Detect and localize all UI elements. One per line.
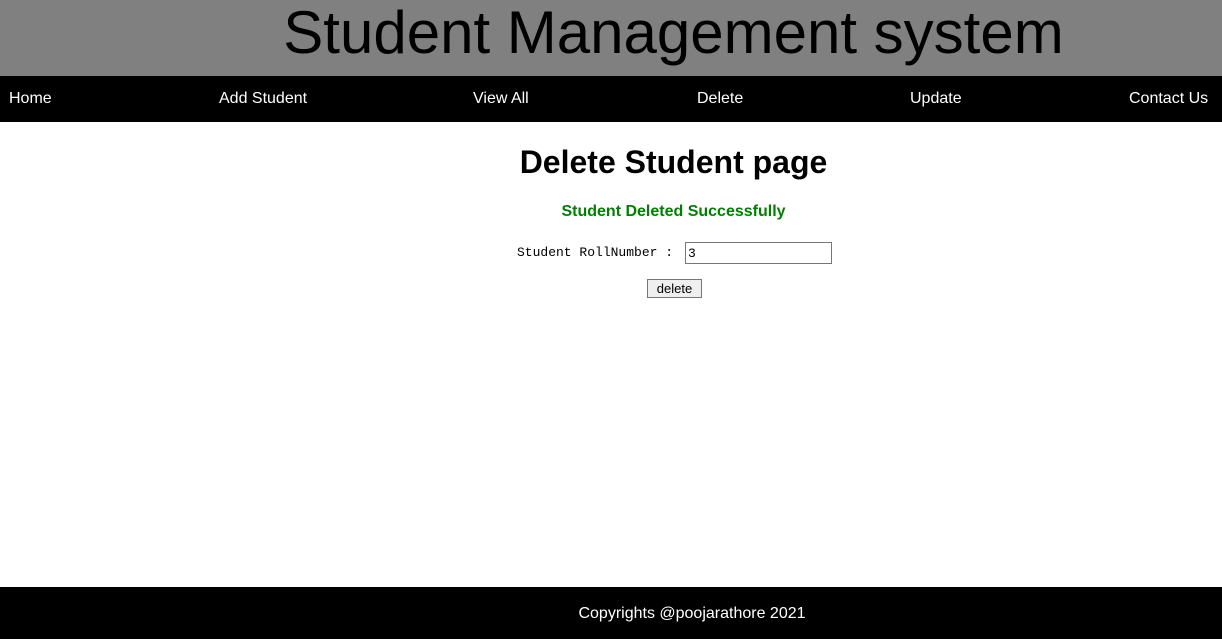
main-content: Delete Student page Student Deleted Succ…	[0, 122, 1222, 587]
nav-add-student-link[interactable]: Add Student	[219, 76, 307, 122]
nav-contact-us-link[interactable]: Contact Us	[1129, 76, 1208, 122]
copyright-text: Copyrights @poojarathore 2021	[578, 605, 806, 622]
nav-home-link[interactable]: Home	[9, 76, 52, 122]
nav-view-all-link[interactable]: View All	[473, 76, 529, 122]
page-title: Delete Student page	[519, 144, 828, 180]
success-message: Student Deleted Successfully	[561, 203, 786, 220]
site-footer: Copyrights @poojarathore 2021	[0, 587, 1222, 639]
roll-number-label: Student RollNumber :	[517, 245, 674, 260]
nav-delete-link[interactable]: Delete	[697, 76, 743, 122]
delete-button[interactable]: delete	[647, 279, 702, 298]
nav-bar: Home Add Student View All Delete Update …	[0, 76, 1222, 122]
site-title: Student Management system	[283, 0, 1064, 66]
roll-number-input[interactable]	[685, 242, 832, 264]
site-header: Student Management system	[0, 0, 1222, 76]
nav-update-link[interactable]: Update	[910, 76, 962, 122]
